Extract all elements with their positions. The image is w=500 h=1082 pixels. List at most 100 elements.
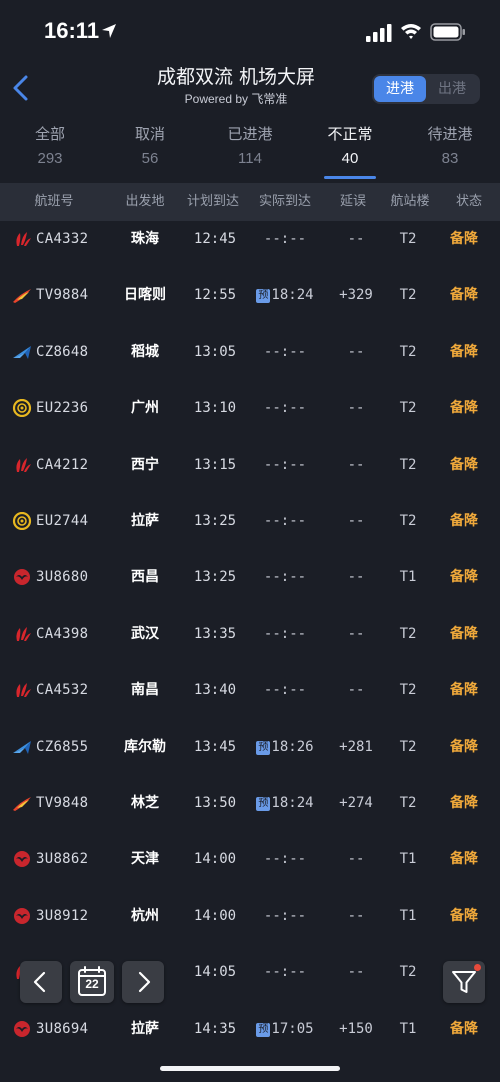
china-southern-logo-icon: [12, 738, 32, 756]
actual-time: --:--: [246, 898, 324, 934]
status-badge: 备降: [450, 795, 478, 811]
terminal: T2: [399, 231, 417, 247]
cellular-signal-icon: [366, 24, 392, 42]
chengdu-airlines-logo-icon: [12, 399, 32, 418]
actual-time: --:--: [246, 334, 324, 370]
delay-minutes: +150: [339, 1020, 373, 1037]
actual-time-value: --:--: [263, 231, 307, 247]
next-day-button[interactable]: [122, 961, 164, 1003]
origin-city: 稻城: [131, 343, 159, 360]
flight-number: 3U8912: [36, 907, 89, 924]
tab-label: 全部: [34, 125, 65, 143]
flight-number: CA4212: [36, 456, 89, 473]
flight-board-screen: 16:11 成都双流 机场大屏 Powered by 飞常准 进港 出港 全部 …: [0, 0, 500, 1082]
terminal: T2: [399, 682, 417, 699]
origin-city: 西宁: [131, 456, 159, 473]
status-badge: 备降: [450, 287, 478, 304]
flight-row[interactable]: 3U8694 拉萨 14:35 预 17:05 +150 T1 备降: [0, 1011, 500, 1067]
tab-arrived[interactable]: 已进港 114: [200, 120, 300, 167]
actual-time-value: 18:24: [271, 287, 314, 304]
status-badge: 备降: [450, 456, 478, 473]
flight-row[interactable]: 3U8680 西昌 13:25 --:-- -- T1 备降: [0, 559, 500, 615]
origin-city: 武汉: [131, 625, 159, 642]
terminal: T2: [399, 795, 417, 811]
sichuan-airlines-logo-icon: [12, 568, 32, 586]
status-badge: 备降: [450, 400, 478, 417]
departures-tab[interactable]: 出港: [426, 76, 478, 102]
tab-abnormal[interactable]: 不正常 40: [300, 120, 400, 167]
actual-time: 预 18:24: [246, 785, 324, 821]
scheduled-time: 13:25: [193, 513, 237, 529]
flight-number: EU2744: [36, 513, 89, 529]
flight-row[interactable]: EU2744 拉萨 13:25 --:-- -- T2 备降: [0, 503, 500, 559]
air-china-logo-icon: [12, 681, 32, 699]
status-badge: 备降: [450, 682, 478, 699]
tab-pending[interactable]: 待进港 83: [400, 120, 500, 167]
flight-row[interactable]: CA4532 南昌 13:40 --:-- -- T2 备降: [0, 672, 500, 728]
sichuan-airlines-logo-icon: [12, 850, 32, 868]
origin-city: 拉萨: [131, 513, 159, 529]
flight-row[interactable]: CA4212 西宁 13:15 --:-- -- T2 备降: [0, 447, 500, 503]
scheduled-time: 14:35: [193, 1020, 237, 1037]
origin-city: 天津: [131, 851, 159, 868]
delay-minutes: +329: [339, 287, 373, 304]
scheduled-time: 13:50: [193, 795, 237, 811]
actual-time-value: --:--: [263, 625, 307, 642]
flight-row[interactable]: EU2236 广州 13:10 --:-- -- T2 备降: [0, 390, 500, 446]
location-arrow-icon: [102, 24, 116, 38]
scheduled-time: 13:15: [193, 456, 237, 473]
column-origin: 出发地: [125, 194, 165, 209]
flight-row[interactable]: CZ6855 库尔勒 13:45 预 18:26 +281 T2 备降: [0, 729, 500, 785]
origin-city: 广州: [131, 400, 159, 417]
actual-time: --:--: [246, 390, 324, 426]
date-picker-button[interactable]: 22: [70, 961, 114, 1003]
sichuan-airlines-logo-icon: [12, 1020, 32, 1038]
status-badge: 备降: [450, 343, 478, 360]
tab-label: 已进港: [227, 125, 273, 143]
flight-row[interactable]: CZ8648 稻城 13:05 --:-- -- T2 备降: [0, 334, 500, 390]
tab-count: 40: [341, 150, 359, 167]
tab-all[interactable]: 全部 293: [0, 120, 100, 167]
filter-button[interactable]: [443, 961, 485, 1003]
flight-row[interactable]: TV9848 林芝 13:50 预 18:24 +274 T2 备降: [0, 785, 500, 841]
origin-city: 西昌: [131, 569, 159, 586]
column-terminal: 航站楼: [390, 194, 430, 209]
chevron-left-icon: [33, 971, 46, 993]
actual-time: 预 18:26: [246, 729, 324, 765]
actual-time-value: --:--: [263, 513, 307, 529]
flight-row[interactable]: TV9884 日喀则 12:55 预 18:24 +329 T2 备降: [0, 277, 500, 333]
scheduled-time: 13:05: [193, 343, 237, 360]
status-time: 16:11: [44, 18, 100, 43]
delay-minutes: --: [347, 569, 365, 586]
tab-label: 取消: [134, 125, 165, 143]
terminal: T2: [399, 400, 417, 417]
tibet-airlines-logo-icon: [12, 286, 32, 304]
sichuan-airlines-logo-icon: [12, 907, 32, 925]
status-badge: 备降: [450, 851, 478, 868]
flight-number: CA4532: [36, 682, 89, 699]
origin-city: 库尔勒: [124, 738, 166, 755]
actual-time-value: --:--: [263, 400, 307, 417]
flight-row[interactable]: 3U8862 天津 14:00 --:-- -- T1 备降: [0, 841, 500, 897]
actual-time: --:--: [246, 503, 324, 539]
scheduled-time: 13:40: [193, 682, 237, 699]
delay-minutes: --: [347, 513, 365, 529]
terminal: T1: [399, 851, 417, 868]
estimate-badge: 预: [256, 289, 271, 304]
tab-cancelled[interactable]: 取消 56: [100, 120, 200, 167]
terminal: T2: [399, 456, 417, 473]
flight-row[interactable]: CA4398 武汉 13:35 --:-- -- T2 备降: [0, 616, 500, 672]
delay-minutes: --: [347, 907, 365, 924]
delay-minutes: --: [347, 231, 365, 247]
flight-row[interactable]: 3U8912 杭州 14:00 --:-- -- T1 备降: [0, 898, 500, 954]
origin-city: 拉萨: [131, 1020, 159, 1037]
flight-row[interactable]: CA4332 珠海 12:45 --:-- -- T2 备降: [0, 221, 500, 277]
scheduled-time: 12:45: [193, 231, 237, 247]
previous-day-button[interactable]: [20, 961, 62, 1003]
arrivals-tab[interactable]: 进港: [374, 76, 426, 102]
estimate-badge: 预: [256, 1022, 271, 1037]
scheduled-time: 14:05: [193, 964, 237, 981]
origin-city: 南昌: [131, 682, 159, 699]
delay-minutes: +274: [339, 795, 373, 811]
terminal: T2: [399, 625, 417, 642]
